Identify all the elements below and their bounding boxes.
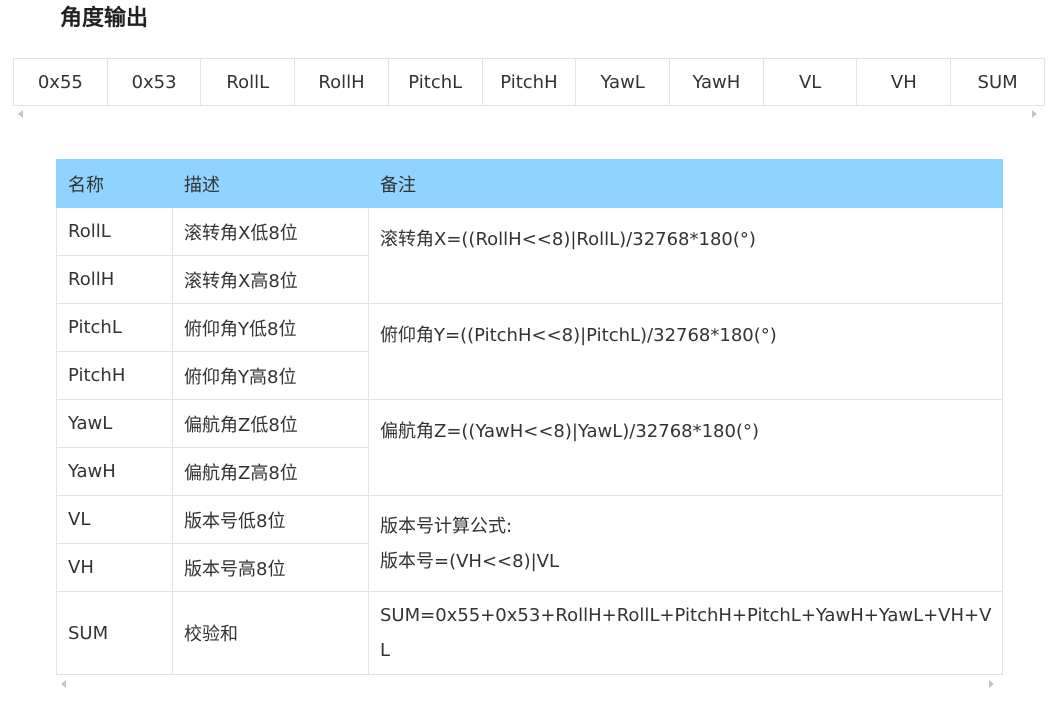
row-description: 俯仰角Y低8位 xyxy=(172,303,369,352)
row-description: 滚转角X低8位 xyxy=(172,207,369,256)
row-description: 偏航角Z高8位 xyxy=(172,447,369,496)
row-name: VH xyxy=(56,543,173,592)
packet-field-pitchl: PitchL xyxy=(387,58,483,106)
row-name: RollH xyxy=(56,255,173,304)
table-row: SUM 校验和 SUM=0x55+0x53+RollH+RollL+PitchH… xyxy=(56,591,1003,675)
table-row: PitchL 俯仰角Y低8位 俯仰角Y=((PitchH<<8)|PitchL)… xyxy=(56,303,1003,400)
table-row: VL 版本号低8位 版本号计算公式: 版本号=(VH<<8)|VL xyxy=(56,495,1003,592)
checksum-formula-line1: SUM=0x55+0x53+RollH+RollL+PitchH+PitchL+… xyxy=(380,605,992,626)
version-formula-title: 版本号计算公式: xyxy=(380,515,513,537)
packet-field-rollh: RollH xyxy=(294,58,389,106)
version-formula: 版本号=(VH<<8)|VL xyxy=(380,550,559,572)
packet-field-vl: VL xyxy=(762,58,858,106)
row-name: SUM xyxy=(56,591,173,675)
scroll-right-arrow-icon[interactable] xyxy=(1032,110,1037,118)
row-name: PitchL xyxy=(56,303,173,352)
row-name: YawL xyxy=(56,399,173,448)
row-description: 偏航角Z低8位 xyxy=(172,399,369,448)
row-description: 校验和 xyxy=(172,591,369,675)
packet-field-vh: VH xyxy=(856,58,952,106)
scroll-left-arrow-icon[interactable] xyxy=(61,680,66,688)
roll-formula-note: 滚转角X=((RollH<<8)|RollL)/32768*180(°) xyxy=(368,207,1003,304)
header-note: 备注 xyxy=(368,159,1003,208)
row-description: 版本号高8位 xyxy=(172,543,369,592)
packet-field-header1: 0x55 xyxy=(13,58,108,106)
version-formula-note: 版本号计算公式: 版本号=(VH<<8)|VL xyxy=(368,495,1003,592)
row-name: PitchH xyxy=(56,351,173,400)
checksum-formula-line2: L xyxy=(380,640,391,661)
packet-field-rolll: RollL xyxy=(200,58,296,106)
row-description: 俯仰角Y高8位 xyxy=(172,351,369,400)
packet-field-pitchh: PitchH xyxy=(481,58,577,106)
row-description: 版本号低8位 xyxy=(172,495,369,544)
table-row: RollL 滚转角X低8位 滚转角X=((RollH<<8)|RollL)/32… xyxy=(56,207,1003,304)
scroll-left-arrow-icon[interactable] xyxy=(18,110,23,118)
packet-row: 0x55 0x53 RollL RollH PitchL PitchH YawL… xyxy=(13,58,1045,106)
header-name: 名称 xyxy=(56,159,173,208)
pitch-formula-note: 俯仰角Y=((PitchH<<8)|PitchL)/32768*180(°) xyxy=(368,303,1003,400)
scroll-right-arrow-icon[interactable] xyxy=(989,680,994,688)
table-header-row: 名称 描述 备注 xyxy=(56,159,1003,208)
header-description: 描述 xyxy=(172,159,369,208)
table-row: YawL 偏航角Z低8位 偏航角Z=((YawH<<8)|YawL)/32768… xyxy=(56,399,1003,496)
row-description: 滚转角X高8位 xyxy=(172,255,369,304)
field-description-table: 名称 描述 备注 RollL 滚转角X低8位 滚转角X=((RollH<<8)|… xyxy=(56,159,1003,675)
row-name: VL xyxy=(56,495,173,544)
packet-format-table: 0x55 0x53 RollL RollH PitchL PitchH YawL… xyxy=(13,58,1045,106)
section-heading: 角度输出 xyxy=(60,6,149,31)
checksum-formula-note: SUM=0x55+0x53+RollH+RollL+PitchH+PitchL+… xyxy=(368,591,1003,675)
row-name: YawH xyxy=(56,447,173,496)
row-name: RollL xyxy=(56,207,173,256)
packet-field-yawh: YawH xyxy=(669,58,764,106)
packet-field-sum: SUM xyxy=(950,58,1045,106)
yaw-formula-note: 偏航角Z=((YawH<<8)|YawL)/32768*180(°) xyxy=(368,399,1003,496)
packet-field-yawl: YawL xyxy=(575,58,671,106)
packet-field-header2: 0x53 xyxy=(106,58,202,106)
